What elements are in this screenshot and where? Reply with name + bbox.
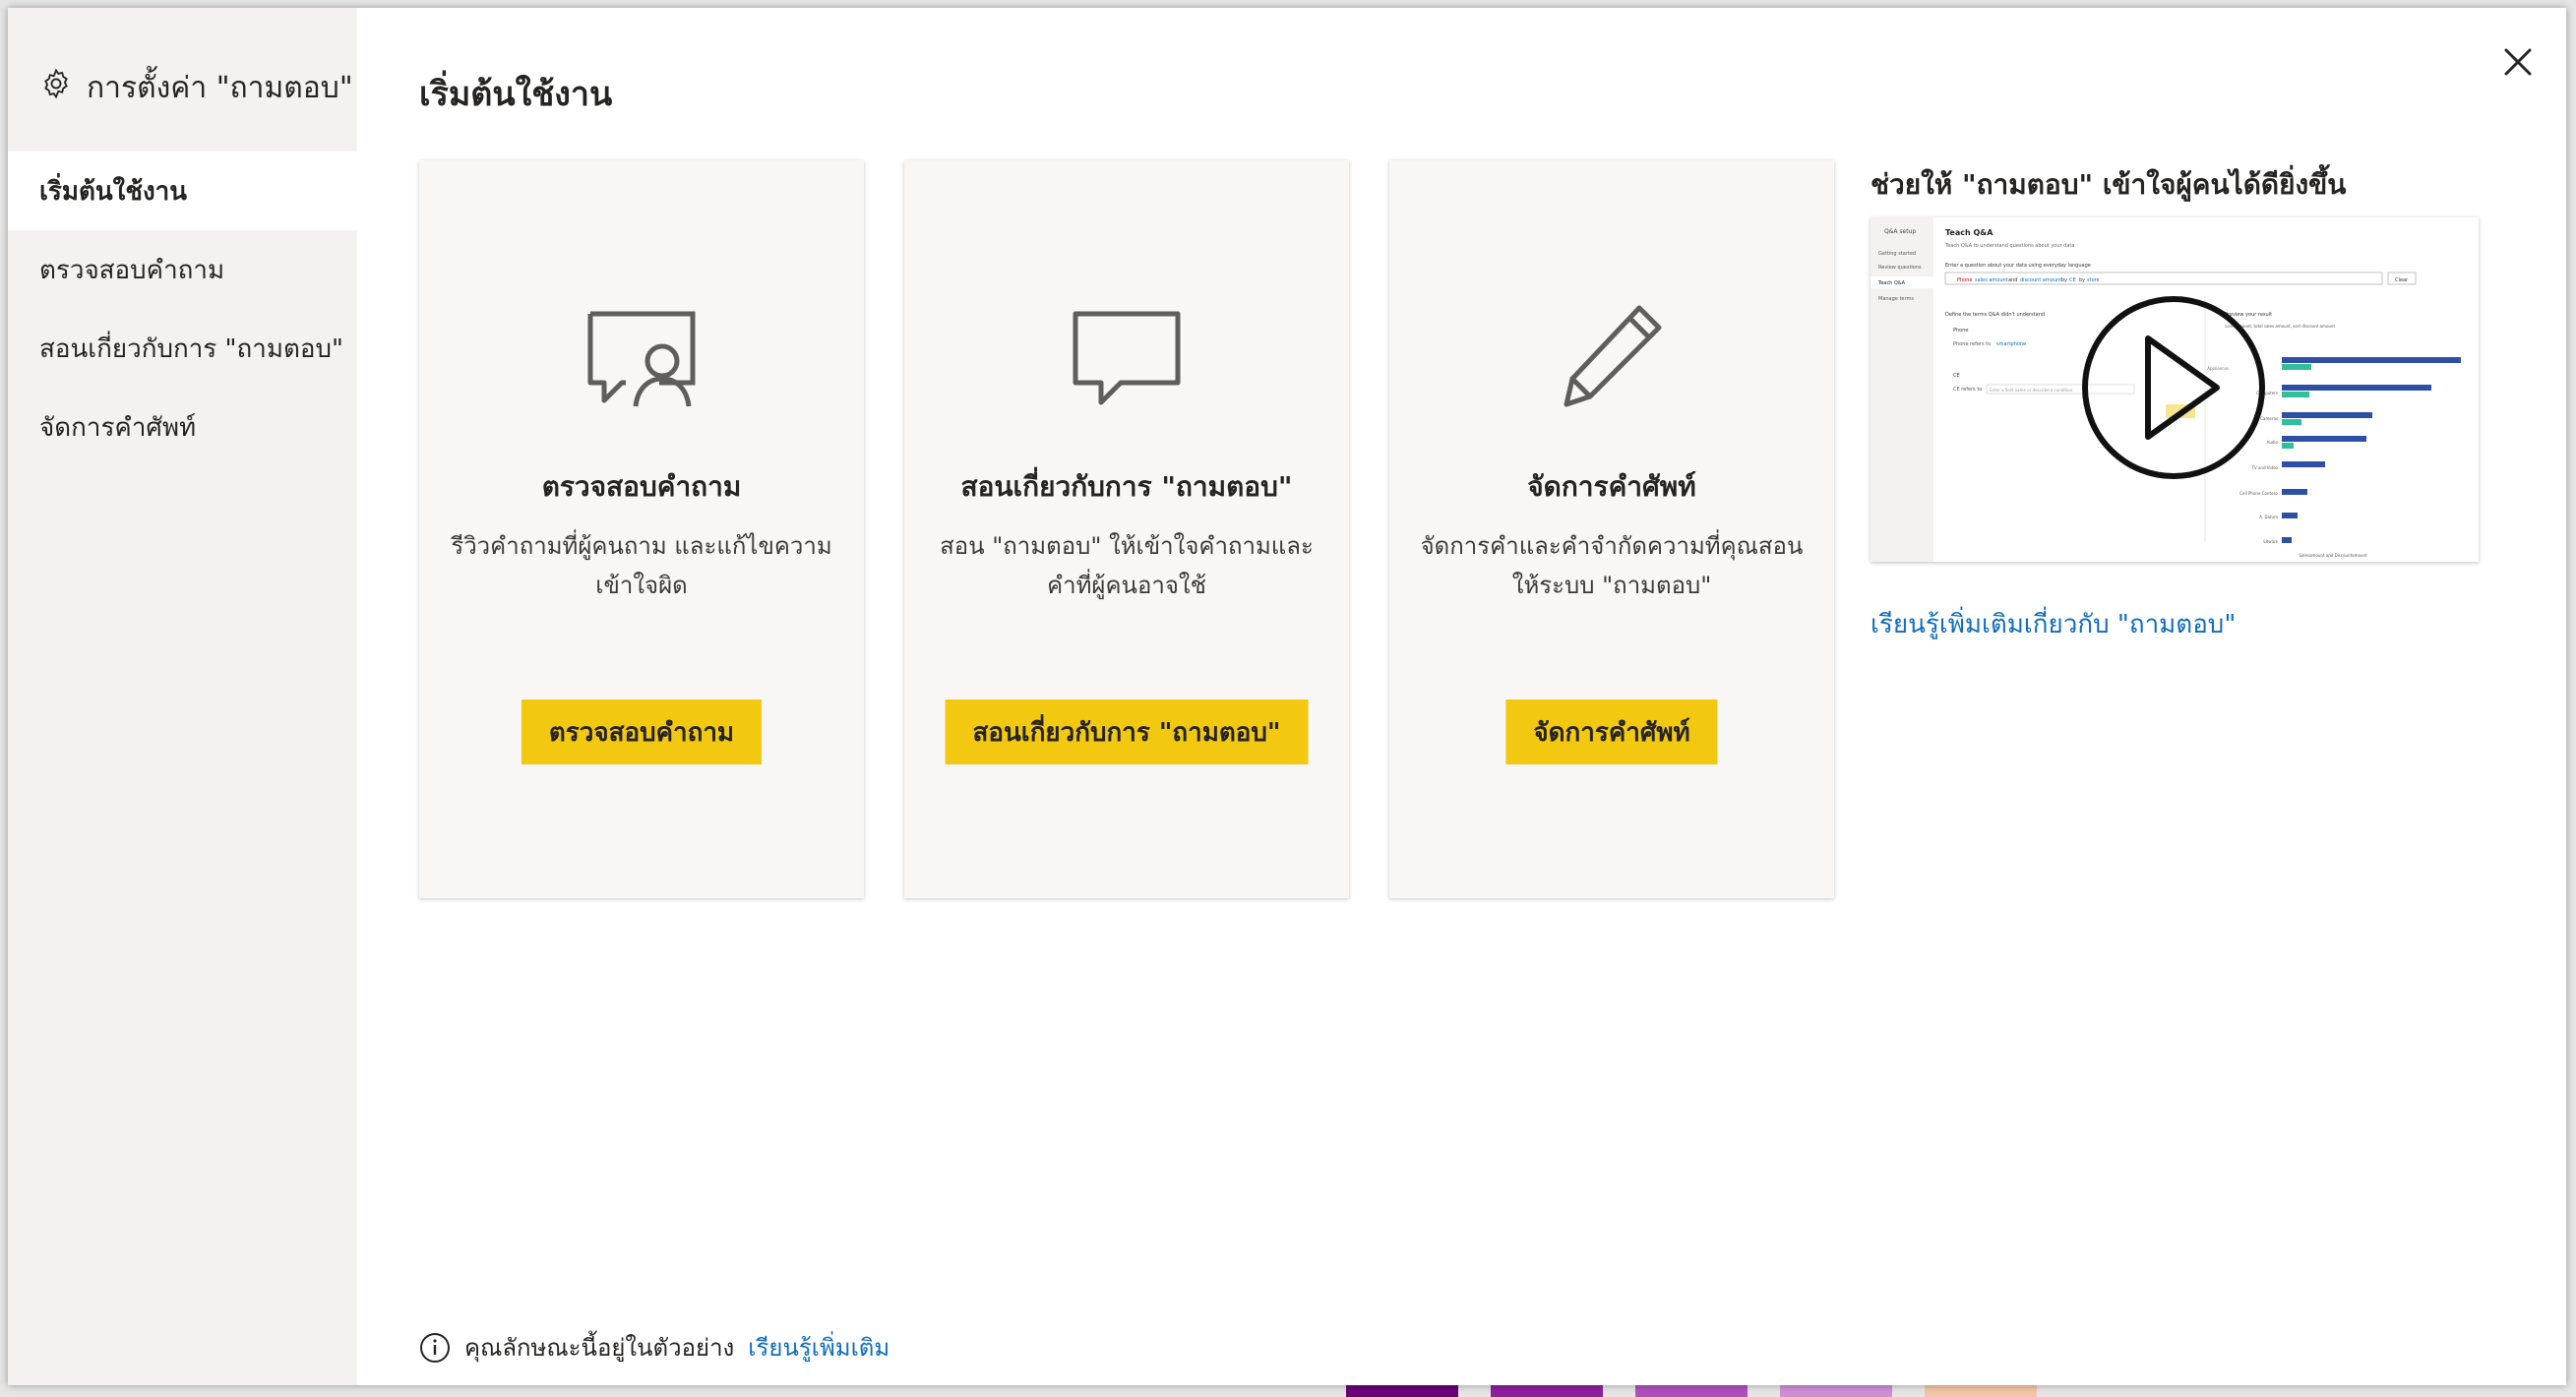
thumb-bar-label: Cell Phone Contoso — [2239, 491, 2278, 496]
thumb-bar-label: TV and Video — [2251, 465, 2279, 470]
thumb-preview-label: Preview your result — [2225, 312, 2272, 318]
card-desc-line: คำที่ผู้คนอาจใช้ — [1047, 572, 1206, 599]
thumb-subheading: Teach Q&A to understand questions about … — [1944, 243, 2074, 249]
thumb-input-text: by — [2061, 277, 2067, 283]
sidebar-item-teach-qna[interactable]: สอนเกี่ยวกับการ "ถามตอบ" — [8, 309, 357, 388]
card-description: รีวิวคำถามที่ผู้คนถาม และแก้ไขความ เข้าใ… — [449, 526, 834, 605]
thumb-refers-value: smartphone — [1996, 341, 2026, 347]
card-manage-terms: จัดการคำศัพท์ จัดการคำและคำจำกัดความที่ค… — [1389, 160, 1834, 898]
sidebar-item-manage-terms[interactable]: จัดการคำศัพท์ — [8, 388, 357, 466]
play-icon[interactable] — [2082, 296, 2265, 479]
bg-bar-purple-3 — [1635, 1385, 1748, 1397]
thumb-prompt: Enter a question about your data using e… — [1945, 263, 2091, 269]
learn-more-link[interactable]: เรียนรู้เพิ่มเติม — [748, 1328, 889, 1367]
sidebar-item-label: ตรวจสอบคำถาม — [39, 255, 225, 285]
thumb-refers: Phone refers to — [1953, 341, 1991, 347]
qna-setup-dialog: การตั้งค่า "ถามตอบ" เริ่มต้นใช้งาน ตรวจส… — [8, 8, 2566, 1385]
gear-icon — [39, 67, 73, 108]
card-desc-line: เข้าใจผิด — [595, 572, 688, 599]
preview-notice-text: คุณลักษณะนี้อยู่ในตัวอย่าง — [464, 1334, 735, 1362]
card-title: สอนเกี่ยวกับการ "ถามตอบ" — [960, 470, 1293, 503]
bg-bar-peach — [1925, 1385, 2037, 1397]
sidebar-title: การตั้งค่า "ถามตอบ" — [87, 70, 353, 105]
thumb-nav-item: Manage terms — [1878, 296, 1914, 302]
card-description: สอน "ถามตอบ" ให้เข้าใจคำถามและ คำที่ผู้ค… — [934, 526, 1319, 605]
card-description: จัดการคำและคำจำกัดความที่คุณสอน ให้ระบบ … — [1419, 526, 1805, 605]
thumb-input-text: CE — [2069, 277, 2076, 283]
thumb-define-label: Define the terms Q&A didn't understand — [1945, 312, 2045, 318]
sidebar-item-label: สอนเกี่ยวกับการ "ถามตอบ" — [39, 334, 343, 364]
thumb-x-title: Salesamount and Discountamount — [2299, 553, 2367, 558]
close-icon — [2504, 48, 2532, 76]
thumb-heading: Teach Q&A — [1945, 228, 1993, 237]
thumb-refers: CE refers to — [1953, 387, 1982, 393]
sidebar-item-label: เริ่มต้นใช้งาน — [39, 176, 188, 207]
card-desc-line: สอน "ถามตอบ" ให้เข้าใจคำถามและ — [940, 532, 1314, 560]
sidebar-item-getting-started[interactable]: เริ่มต้นใช้งาน — [8, 152, 357, 230]
thumb-nav-item: Review questions — [1878, 265, 1922, 271]
review-questions-button[interactable]: ตรวจสอบคำถาม — [521, 699, 763, 764]
thumb-nav-item: Getting started — [1878, 251, 1916, 257]
card-desc-line: ให้ระบบ "ถามตอบ" — [1511, 572, 1712, 599]
video-preview-image: Q&A setup Getting started Review questio… — [1871, 217, 2479, 562]
thumb-input-text: discount amount — [2020, 277, 2061, 283]
thumb-input-text: by — [2079, 277, 2085, 283]
thumb-input-text: and — [2008, 277, 2017, 283]
learn-more-qna-link[interactable]: เรียนรู้เพิ่มเติมเกี่ยวกับ "ถามตอบ" — [1871, 604, 2236, 644]
thumb-bar-label: A. Datum — [2259, 515, 2278, 519]
thumb-input-text: store — [2087, 277, 2100, 283]
video-title: ช่วยให้ "ถามตอบ" เข้าใจผู้คนได้ดียิ่งขึ้… — [1871, 168, 2347, 201]
thumb-clear-button: Clear — [2395, 277, 2409, 283]
bg-bar-purple-2 — [1491, 1385, 1603, 1397]
thumb-bar-label: Litware — [2263, 539, 2278, 544]
info-icon — [420, 1332, 450, 1363]
preview-notice: คุณลักษณะนี้อยู่ในตัวอย่าง เรียนรู้เพิ่ม… — [419, 1328, 889, 1367]
sidebar-header: การตั้งค่า "ถามตอบ" — [39, 67, 353, 108]
card-teach-qna: สอนเกี่ยวกับการ "ถามตอบ" สอน "ถามตอบ" ให… — [904, 160, 1349, 898]
review-questions-icon — [587, 311, 696, 407]
card-review-questions: ตรวจสอบคำถาม รีวิวคำถามที่ผู้คนถาม และแก… — [419, 160, 864, 898]
thumb-term: Phone — [1953, 328, 1969, 334]
bg-bar-purple-4 — [1780, 1385, 1892, 1397]
manage-terms-button[interactable]: จัดการคำศัพท์ — [1505, 699, 1718, 764]
thumb-app-title: Q&A setup — [1884, 228, 1916, 235]
pencil-icon — [1564, 305, 1662, 407]
sidebar-item-review-questions[interactable]: ตรวจสอบคำถาม — [8, 230, 357, 309]
card-title: ตรวจสอบคำถาม — [541, 470, 742, 503]
thumb-ce-placeholder: Enter a field name or describe a conditi… — [1990, 388, 2073, 393]
video-thumbnail[interactable]: Q&A setup Getting started Review questio… — [1871, 217, 2479, 562]
chat-bubble-icon — [1073, 311, 1181, 405]
sidebar: การตั้งค่า "ถามตอบ" เริ่มต้นใช้งาน ตรวจส… — [8, 8, 357, 1385]
bg-bar-purple-1 — [1346, 1385, 1458, 1397]
thumb-bar-label: Audio — [2267, 440, 2279, 445]
page-title: เริ่มต้นใช้งาน — [419, 75, 613, 114]
close-button[interactable] — [2497, 41, 2539, 83]
thumb-input-text: Phone — [1957, 277, 1973, 283]
teach-qna-button[interactable]: สอนเกี่ยวกับการ "ถามตอบ" — [945, 699, 1309, 764]
sidebar-item-label: จัดการคำศัพท์ — [39, 412, 197, 443]
thumb-nav-item: Teach Q&A — [1877, 280, 1906, 286]
card-title: จัดการคำศัพท์ — [1527, 470, 1696, 503]
thumb-term: CE — [1953, 373, 1960, 379]
card-desc-line: รีวิวคำถามที่ผู้คนถาม และแก้ไขความ — [451, 532, 832, 560]
card-desc-line: จัดการคำและคำจำกัดความที่คุณสอน — [1420, 532, 1804, 560]
thumb-bar-label: Cameras — [2260, 416, 2278, 421]
thumb-input-text: sales amount — [1975, 277, 2008, 283]
